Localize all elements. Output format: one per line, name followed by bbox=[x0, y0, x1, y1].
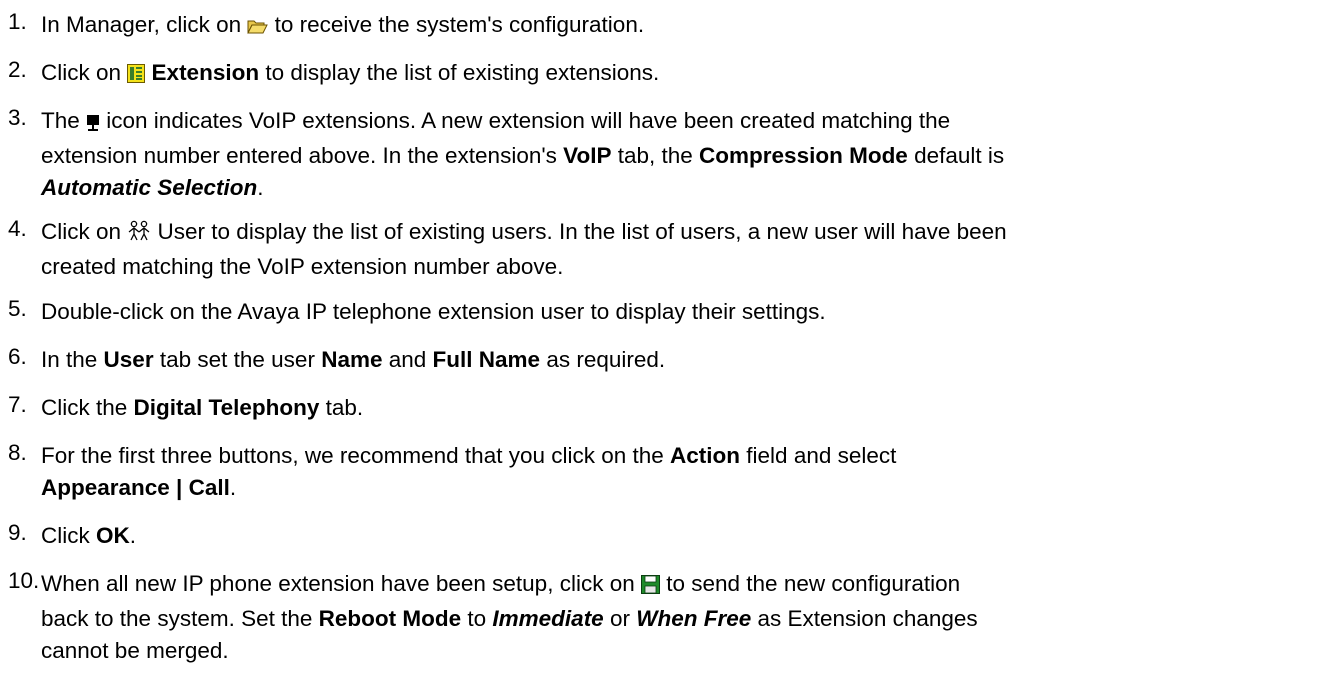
step-number: 9. bbox=[8, 520, 27, 545]
list-item: 10. When all new IP phone extension have… bbox=[8, 568, 978, 663]
voip-extension-icon bbox=[86, 108, 100, 140]
step-number: 4. bbox=[8, 216, 27, 241]
instruction-list: 1. In Manager, click on to receive the s… bbox=[0, 0, 1330, 688]
list-item: 5. Double-click on the Avaya IP telephon… bbox=[8, 296, 826, 324]
step-number: 2. bbox=[8, 57, 27, 82]
list-item: 3. The icon indicates VoIP extensions. A… bbox=[8, 105, 1005, 200]
list-item: 7. Click the Digital Telephony tab. bbox=[8, 392, 364, 420]
list-item: 1. In Manager, click on to receive the s… bbox=[0, 9, 1325, 44]
users-icon bbox=[127, 219, 151, 251]
step-number: 6. bbox=[8, 344, 27, 369]
folder-open-icon bbox=[247, 12, 269, 44]
step-number: 1. bbox=[8, 9, 27, 34]
extension-list-icon bbox=[127, 60, 146, 92]
list-item: 4. Click on User to display the list of … bbox=[8, 216, 1007, 279]
list-item: 6. In the User tab set the user Name and… bbox=[8, 344, 666, 372]
list-item: 2. Click on Extension to display the lis… bbox=[0, 57, 1325, 92]
list-item: 9. Click OK. bbox=[8, 520, 137, 548]
list-item: 8. For the first three buttons, we recom… bbox=[8, 440, 897, 500]
step-number: 5. bbox=[8, 296, 27, 321]
step-number: 10. bbox=[8, 568, 40, 593]
save-icon bbox=[640, 571, 660, 603]
step-number: 3. bbox=[8, 105, 27, 130]
step-number: 7. bbox=[8, 392, 27, 417]
step-number: 8. bbox=[8, 440, 27, 465]
